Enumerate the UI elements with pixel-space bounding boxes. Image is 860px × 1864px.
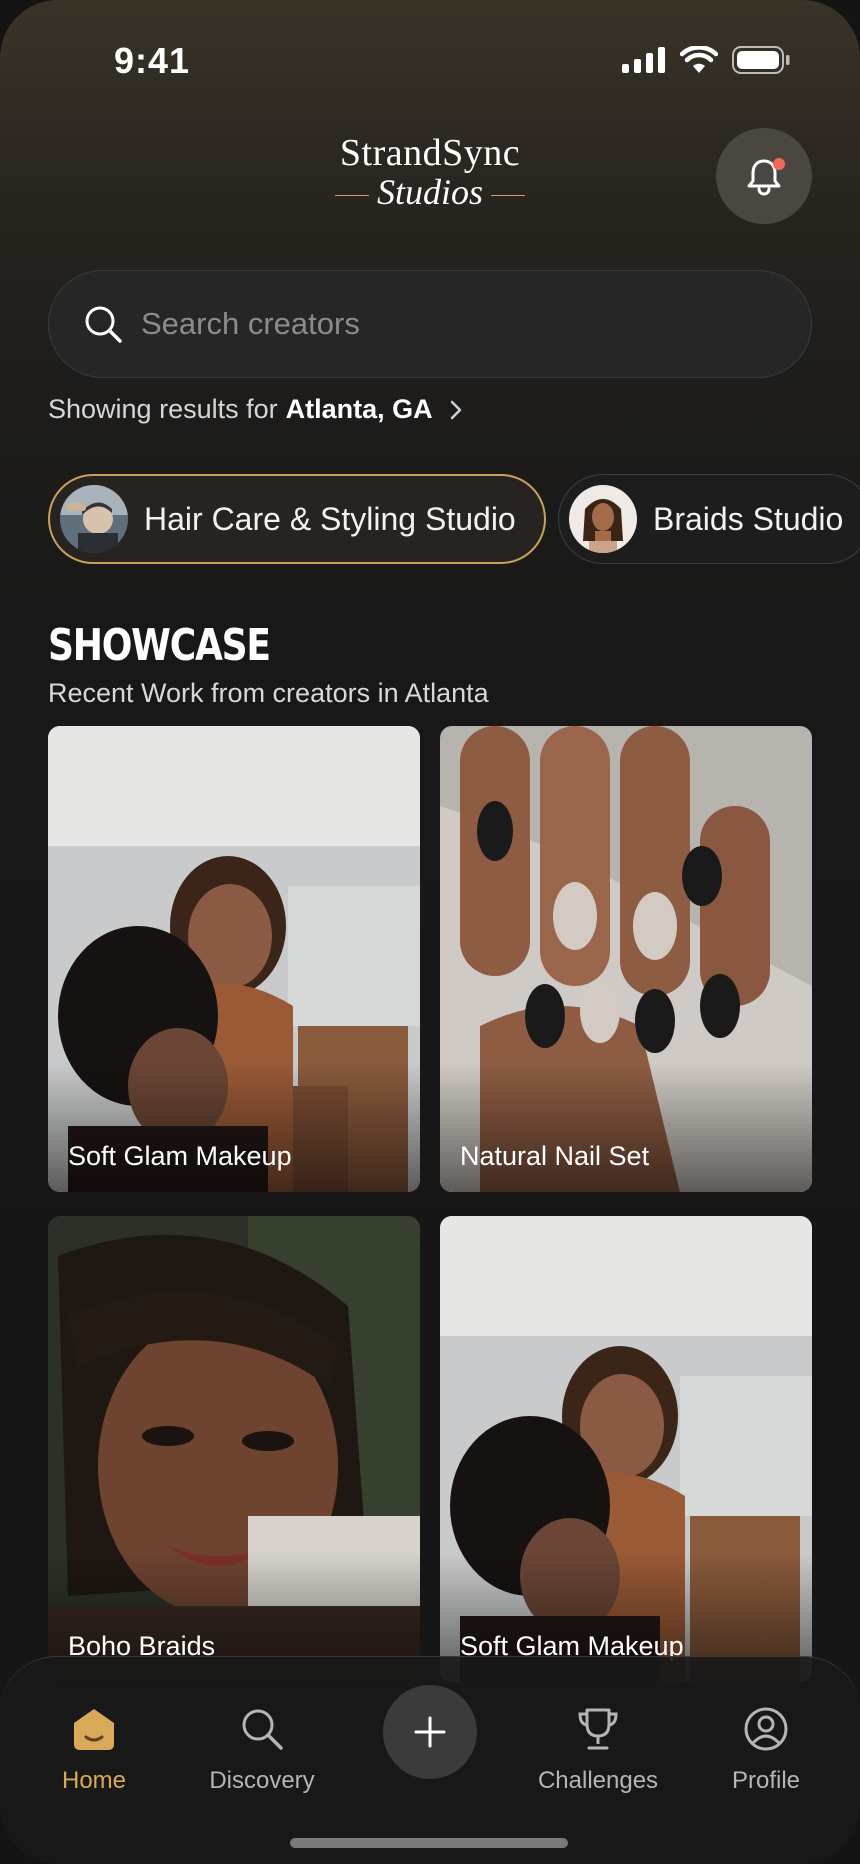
signal-icon — [622, 47, 665, 73]
section-title: SHOWCASE — [48, 620, 271, 671]
search-bar[interactable] — [48, 270, 812, 378]
wifi-icon — [680, 46, 718, 73]
showcase-card[interactable]: Soft Glam Makeup — [440, 1216, 812, 1682]
notification-badge — [773, 158, 785, 170]
showcase-card[interactable]: Natural Nail Set — [440, 726, 812, 1192]
logo-rule-right — [491, 194, 525, 197]
nav-label: Challenges — [537, 1767, 659, 1794]
search-input[interactable] — [141, 306, 781, 342]
category-chip-braids[interactable]: Braids Studio — [558, 474, 860, 564]
chevron-right-icon — [450, 400, 461, 419]
battery-icon — [732, 46, 790, 74]
category-chip-label: Braids Studio — [653, 500, 844, 537]
nav-label: Profile — [731, 1767, 801, 1794]
home-indicator — [290, 1838, 568, 1848]
showcase-card-label: Natural Nail Set — [460, 1141, 650, 1171]
category-chip-label: Hair Care & Styling Studio — [144, 500, 516, 537]
category-avatar — [569, 485, 637, 553]
showcase-card-label: Soft Glam Makeup — [68, 1141, 292, 1171]
nav-discovery[interactable]: Discovery — [182, 1701, 342, 1795]
category-avatar — [60, 485, 128, 553]
location-city: Atlanta, GA — [285, 394, 433, 424]
bottom-nav: Home Discovery Challenges Profile — [0, 1656, 860, 1864]
profile-icon — [686, 1701, 846, 1757]
nav-label: Discovery — [209, 1767, 315, 1794]
search-icon — [85, 306, 122, 343]
nav-home[interactable]: Home — [14, 1701, 174, 1795]
logo-rule-left — [334, 194, 369, 197]
logo-text-secondary: Studios — [376, 172, 483, 212]
home-icon — [14, 1701, 174, 1757]
status-time: 9:41 — [114, 40, 191, 81]
search-icon — [182, 1701, 342, 1757]
showcase-card[interactable]: Soft Glam Makeup — [48, 726, 420, 1192]
status-icons — [622, 46, 790, 74]
location-prefix: Showing results for — [48, 394, 278, 424]
category-chips: Hair Care & Styling Studio Braids Studio — [48, 474, 860, 566]
plus-icon — [414, 1716, 446, 1748]
showcase-card[interactable]: Boho Braids — [48, 1216, 420, 1682]
section-subtitle: Recent Work from creators in Atlanta — [48, 678, 489, 708]
add-button[interactable] — [383, 1685, 477, 1779]
trophy-icon — [518, 1701, 678, 1757]
nav-profile[interactable]: Profile — [686, 1701, 846, 1795]
app-screen: 9:41 StrandSync Studios Search creators … — [0, 0, 860, 1864]
category-chip-hair-care[interactable]: Hair Care & Styling Studio — [48, 474, 546, 564]
nav-challenges[interactable]: Challenges — [518, 1701, 678, 1795]
notifications-button[interactable] — [716, 128, 812, 224]
nav-label: Home — [61, 1767, 127, 1794]
location-selector[interactable]: Showing results for Atlanta, GA — [48, 394, 463, 425]
